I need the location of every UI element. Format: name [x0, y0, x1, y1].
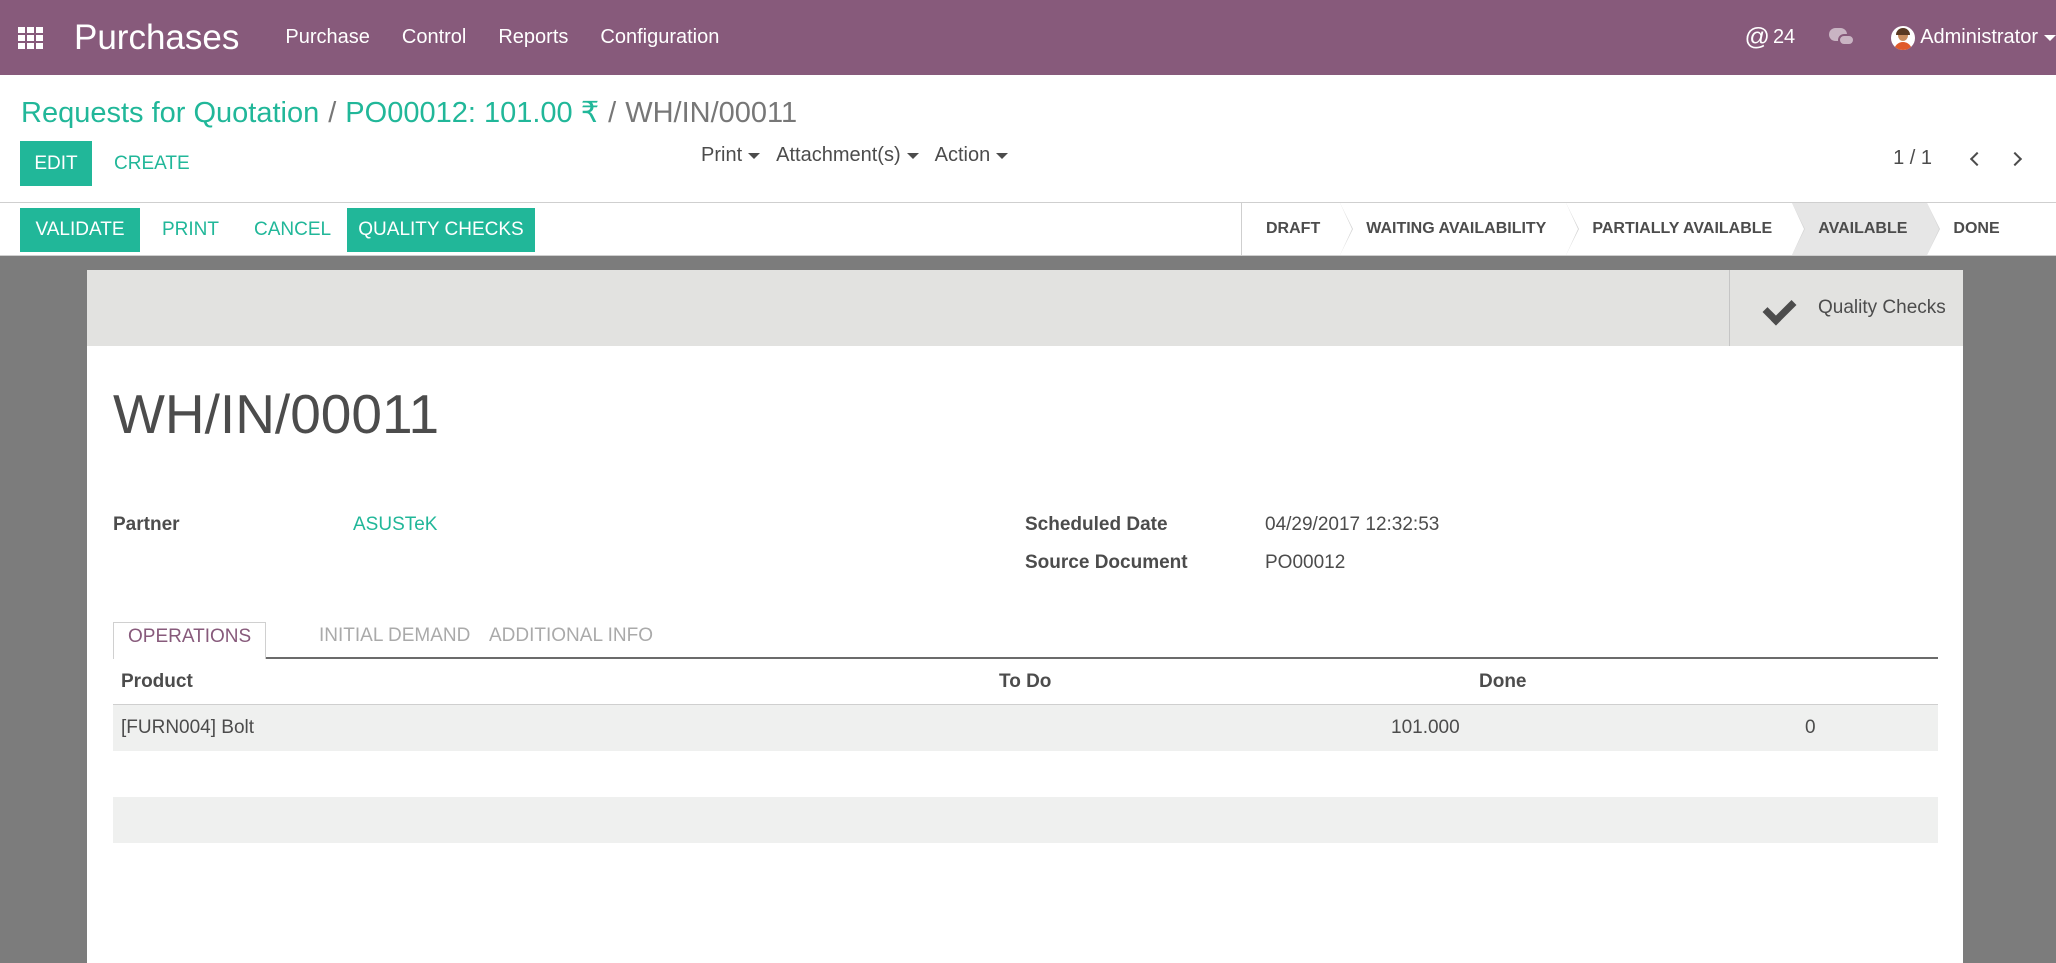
breadcrumb-separator: /	[328, 97, 337, 129]
edit-button[interactable]: EDIT	[20, 141, 92, 186]
chevron-left-icon	[1969, 151, 1985, 166]
create-button[interactable]: CREATE	[102, 141, 202, 186]
validate-button[interactable]: VALIDATE	[20, 208, 140, 252]
notebook-tabs: OPERATIONS INITIAL DEMAND ADDITIONAL INF…	[113, 622, 1938, 659]
pager: 1 / 1	[1893, 147, 2034, 170]
menu-purchase[interactable]: Purchase	[285, 26, 370, 49]
caret-down-icon	[906, 152, 919, 159]
table-row-empty	[113, 797, 1938, 843]
row-product: [FURN004] Bolt	[121, 717, 255, 738]
quality-checks-button[interactable]: QUALITY CHECKS	[347, 208, 535, 252]
chevron-down-icon	[2044, 34, 2056, 41]
mentions-counter[interactable]: @ 24	[1745, 23, 1796, 52]
print-button[interactable]: PRINT	[150, 208, 231, 252]
row-to-do: 101.000	[1391, 717, 1460, 738]
chat-bubbles-icon[interactable]	[1829, 26, 1857, 50]
tab-additional-info[interactable]: ADDITIONAL INFO	[489, 622, 653, 659]
stage-available[interactable]: AVAILABLE	[1792, 203, 1941, 255]
stage-waiting-availability[interactable]: WAITING AVAILABILITY	[1340, 203, 1580, 255]
stage-done[interactable]: DONE	[1927, 203, 2020, 255]
app-title: Purchases	[74, 17, 240, 57]
breadcrumb: Requests for Quotation / PO00012: 101.00…	[21, 95, 797, 130]
action-dropdown[interactable]: Action	[935, 144, 1009, 167]
quality-checks-label: Quality Checks	[1818, 297, 1946, 318]
statusbar: DRAFT WAITING AVAILABILITY PARTIALLY AVA…	[1241, 203, 2020, 255]
button-box: Quality Checks	[87, 270, 1963, 346]
stage-partially-available[interactable]: PARTIALLY AVAILABLE	[1566, 203, 1806, 255]
chevron-right-icon	[2007, 151, 2023, 166]
control-panel: Requests for Quotation / PO00012: 101.00…	[0, 75, 2056, 203]
cancel-button[interactable]: CANCEL	[242, 208, 343, 252]
form-sheet: Quality Checks WH/IN/00011 Partner ASUST…	[87, 270, 1963, 963]
mentions-count: 24	[1772, 26, 1796, 48]
user-name: Administrator	[1920, 26, 2038, 48]
scheduled-date-label: Scheduled Date	[1025, 514, 1168, 535]
partner-label: Partner	[113, 514, 180, 535]
caret-down-icon	[996, 152, 1009, 159]
source-document-label: Source Document	[1025, 552, 1188, 573]
tab-initial-demand[interactable]: INITIAL DEMAND	[319, 622, 470, 659]
record-title: WH/IN/00011	[113, 383, 440, 445]
row-done: 0	[1805, 717, 1816, 738]
breadcrumb-separator: /	[608, 97, 617, 129]
sidebar-dropdowns: Print Attachment(s) Action	[701, 144, 1024, 167]
top-navbar: Purchases Purchase Control Reports Confi…	[0, 0, 2056, 75]
breadcrumb-current: WH/IN/00011	[625, 97, 798, 129]
action-dropdown-label: Action	[934, 144, 991, 166]
source-document-value: PO00012	[1265, 552, 1346, 573]
user-menu[interactable]: Administrator	[1891, 25, 2056, 50]
quality-checks-smart-button[interactable]: Quality Checks	[1729, 270, 1963, 346]
menu-configuration[interactable]: Configuration	[600, 26, 719, 49]
pager-value[interactable]: 1 / 1	[1893, 147, 1932, 170]
breadcrumb-requests-for-quotation[interactable]: Requests for Quotation	[21, 97, 319, 130]
table-row[interactable]: [FURN004] Bolt 101.000 0	[113, 705, 1938, 751]
form-background: Quality Checks WH/IN/00011 Partner ASUST…	[0, 256, 2056, 963]
tab-operations[interactable]: OPERATIONS	[113, 622, 267, 659]
form-header: VALIDATE PRINT CANCEL QUALITY CHECKS DRA…	[0, 202, 2056, 256]
attachments-dropdown[interactable]: Attachment(s)	[776, 144, 919, 167]
menu-reports[interactable]: Reports	[498, 26, 568, 49]
scheduled-date-value: 04/29/2017 12:32:53	[1265, 514, 1440, 535]
column-done[interactable]: Done	[1479, 671, 1527, 693]
column-product[interactable]: Product	[121, 671, 193, 693]
stage-draft[interactable]: DRAFT	[1242, 203, 1354, 255]
print-dropdown-label: Print	[701, 144, 743, 166]
breadcrumb-purchase-order[interactable]: PO00012: 101.00 ₹	[345, 95, 599, 130]
table-header: Product To Do Done	[113, 659, 1938, 705]
column-to-do[interactable]: To Do	[999, 671, 1051, 693]
check-icon	[1764, 294, 1802, 322]
partner-value[interactable]: ASUSTeK	[353, 514, 437, 536]
operations-table: Product To Do Done [FURN004] Bolt 101.00…	[113, 659, 1938, 843]
at-sign-icon: @	[1744, 23, 1770, 51]
avatar	[1891, 25, 1916, 50]
table-row-empty	[113, 751, 1938, 797]
menu-control[interactable]: Control	[402, 26, 466, 49]
caret-down-icon	[748, 152, 761, 159]
pager-next-button[interactable]	[1996, 151, 2034, 166]
print-dropdown[interactable]: Print	[701, 144, 761, 167]
attachments-dropdown-label: Attachment(s)	[776, 144, 901, 166]
pager-previous-button[interactable]	[1958, 151, 1996, 166]
app-grid-icon[interactable]	[0, 0, 60, 75]
